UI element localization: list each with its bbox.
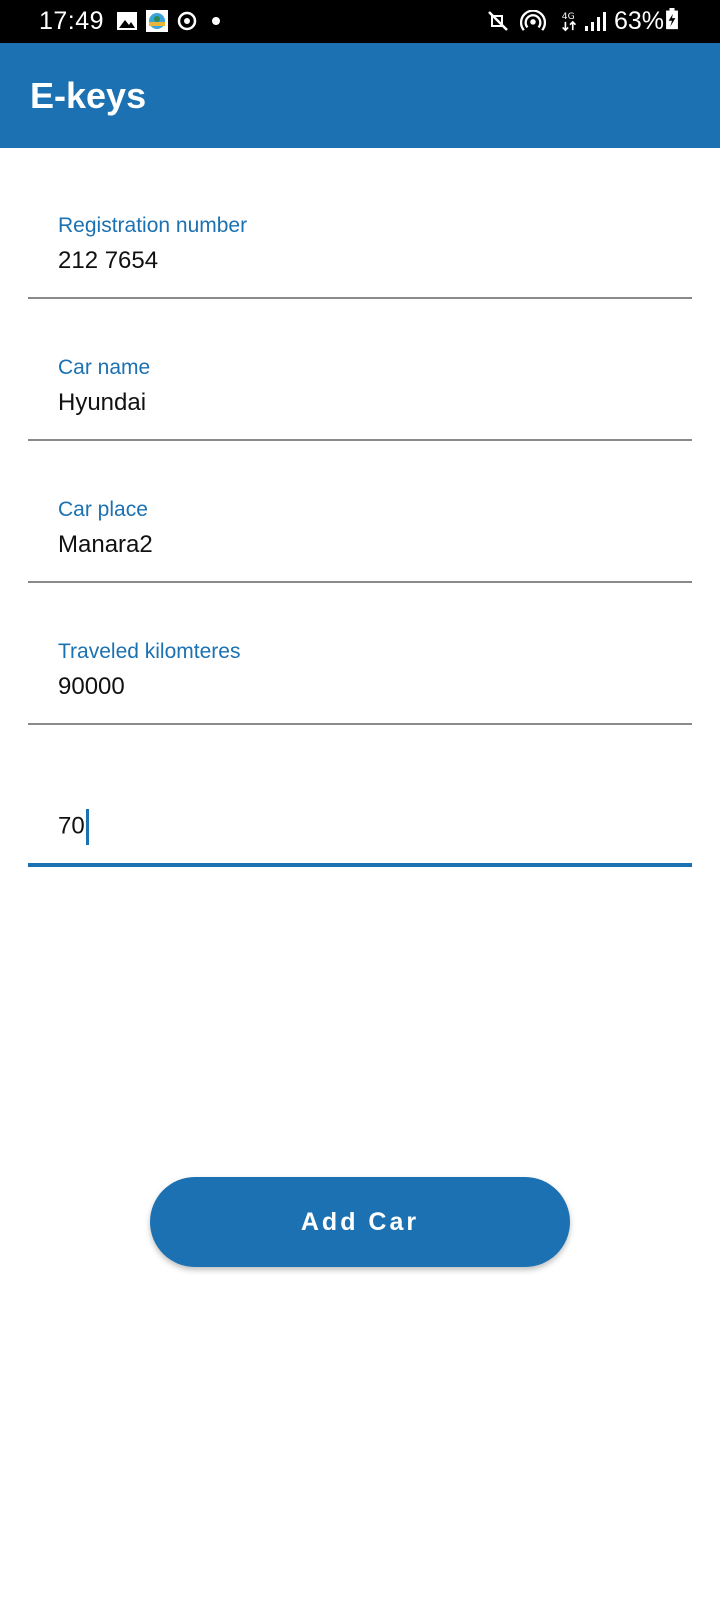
signal-icon <box>585 12 606 31</box>
field-value: 212 7654 <box>58 247 159 274</box>
app-title: E-keys <box>30 75 147 116</box>
active-input-field[interactable]: 70 <box>28 725 692 867</box>
field-value: 90000 <box>58 673 125 700</box>
app-bar: E-keys <box>0 43 720 148</box>
field-label: Car name <box>58 356 151 379</box>
field-value: Hyundai <box>58 389 147 416</box>
battery-percent: 63% <box>614 7 665 35</box>
field-label: Registration number <box>58 214 248 237</box>
add-car-button[interactable]: Add Car <box>150 1177 570 1267</box>
field-label: Car place <box>58 498 148 521</box>
field-underline-focused <box>28 863 692 867</box>
traveled-kilometers-field[interactable]: Traveled kilomteres 90000 <box>28 583 692 725</box>
field-value-wrap: 70 <box>58 809 89 845</box>
status-time: 17:49 <box>39 7 105 35</box>
field-value: Manara2 <box>58 531 153 558</box>
app-thumbnail-icon <box>146 10 168 32</box>
car-name-field[interactable]: Car name Hyundai <box>28 299 692 441</box>
field-value: 70 <box>58 812 85 840</box>
network-4g-icon: 4G <box>562 11 577 32</box>
svg-text:4G: 4G <box>562 11 575 22</box>
battery-icon <box>666 8 678 30</box>
car-place-field[interactable]: Car place Manara2 <box>28 441 692 583</box>
mute-icon <box>488 11 508 31</box>
sync-icon <box>177 11 197 31</box>
status-bar: 17:49 4G 63% <box>0 0 720 43</box>
registration-number-field[interactable]: Registration number 212 7654 <box>28 157 692 299</box>
hotspot-icon <box>520 10 546 31</box>
gallery-icon <box>117 12 137 30</box>
dot-icon <box>212 17 220 25</box>
text-cursor <box>85 809 89 845</box>
field-label: Traveled kilomteres <box>58 640 241 663</box>
